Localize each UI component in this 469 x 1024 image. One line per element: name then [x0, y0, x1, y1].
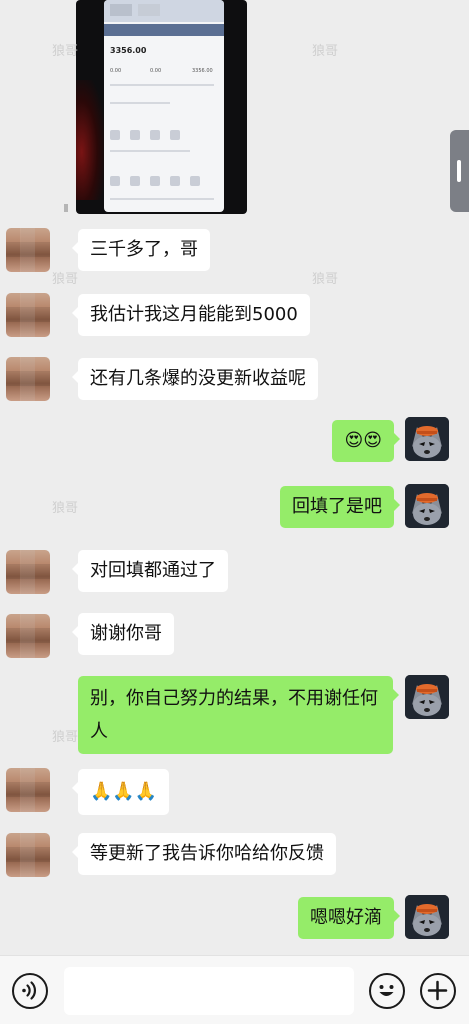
wolf-avatar-icon	[405, 417, 449, 461]
watermark: 狼哥	[52, 272, 79, 287]
my-avatar[interactable]	[405, 484, 449, 528]
message-bubble-left[interactable]: 🙏🙏🙏	[71, 769, 170, 815]
message-bubble-right[interactable]: 回填了是吧	[280, 486, 400, 528]
my-avatar[interactable]	[405, 895, 449, 939]
watermark: 狼哥	[52, 501, 79, 516]
icon-row	[110, 130, 180, 140]
message-bubble-left[interactable]: 我估计我这月能能到5000	[72, 294, 310, 336]
emoji-icon	[379, 985, 394, 996]
blurred-header	[104, 0, 224, 22]
blue-banner	[104, 24, 224, 36]
contact-avatar[interactable]	[6, 833, 50, 877]
screenshot-zero-a: 0.00	[110, 68, 122, 74]
message-bubble-right[interactable]: 😍😍	[332, 420, 400, 462]
contact-avatar[interactable]	[6, 293, 50, 337]
message-bubble-right[interactable]: 别，你自己努力的结果，不用谢任何人	[78, 676, 399, 754]
message-bubble-left[interactable]: 三千多了，哥	[72, 229, 210, 271]
voice-icon	[22, 981, 36, 1000]
contact-avatar[interactable]	[6, 768, 50, 812]
icon-row	[110, 176, 200, 186]
message-bubble-left[interactable]: 谢谢你哥	[72, 613, 174, 655]
add-button[interactable]	[420, 973, 456, 1009]
screenshot-balance-small: 3356.00	[192, 68, 213, 74]
my-avatar[interactable]	[405, 417, 449, 461]
watermark: 狼哥	[312, 44, 339, 59]
wolf-avatar-icon	[405, 675, 449, 719]
voice-button[interactable]	[12, 973, 48, 1009]
message-bubble-left[interactable]: 等更新了我告诉你哈给你反馈	[72, 833, 336, 875]
screenshot-amount: 3356.00	[110, 46, 147, 55]
watermark: 狼哥	[52, 730, 79, 745]
side-drawer-handle[interactable]	[450, 130, 469, 212]
plus-icon	[427, 980, 448, 1001]
chat-area[interactable]: 3356.00 0.00 0.00 3356.00 狼哥 狼哥 狼哥 狼哥 狼哥…	[0, 0, 469, 955]
wolf-avatar-icon	[405, 895, 449, 939]
chat-input-bar	[0, 955, 469, 1024]
message-input[interactable]	[64, 967, 354, 1015]
divider	[110, 84, 214, 86]
divider	[110, 150, 190, 152]
message-bubble-left[interactable]: 还有几条爆的没更新收益呢	[72, 358, 318, 400]
watermark: 狼哥	[52, 44, 79, 59]
message-bubble-right[interactable]: 嗯嗯好滴	[298, 897, 400, 939]
image-tick	[64, 204, 68, 212]
shared-screenshot-image[interactable]: 3356.00 0.00 0.00 3356.00	[76, 0, 247, 214]
contact-avatar[interactable]	[6, 614, 50, 658]
watermark: 狼哥	[312, 272, 339, 287]
contact-avatar[interactable]	[6, 228, 50, 272]
divider	[110, 198, 214, 200]
emoji-button[interactable]	[369, 973, 405, 1009]
screenshot-phone-screen: 3356.00 0.00 0.00 3356.00	[104, 0, 224, 212]
contact-avatar[interactable]	[6, 357, 50, 401]
image-background	[76, 80, 104, 200]
my-avatar[interactable]	[405, 675, 449, 719]
screenshot-zero-b: 0.00	[150, 68, 162, 74]
divider	[110, 102, 170, 104]
wolf-avatar-icon	[405, 484, 449, 528]
message-bubble-left[interactable]: 对回填都通过了	[72, 550, 228, 592]
contact-avatar[interactable]	[6, 550, 50, 594]
